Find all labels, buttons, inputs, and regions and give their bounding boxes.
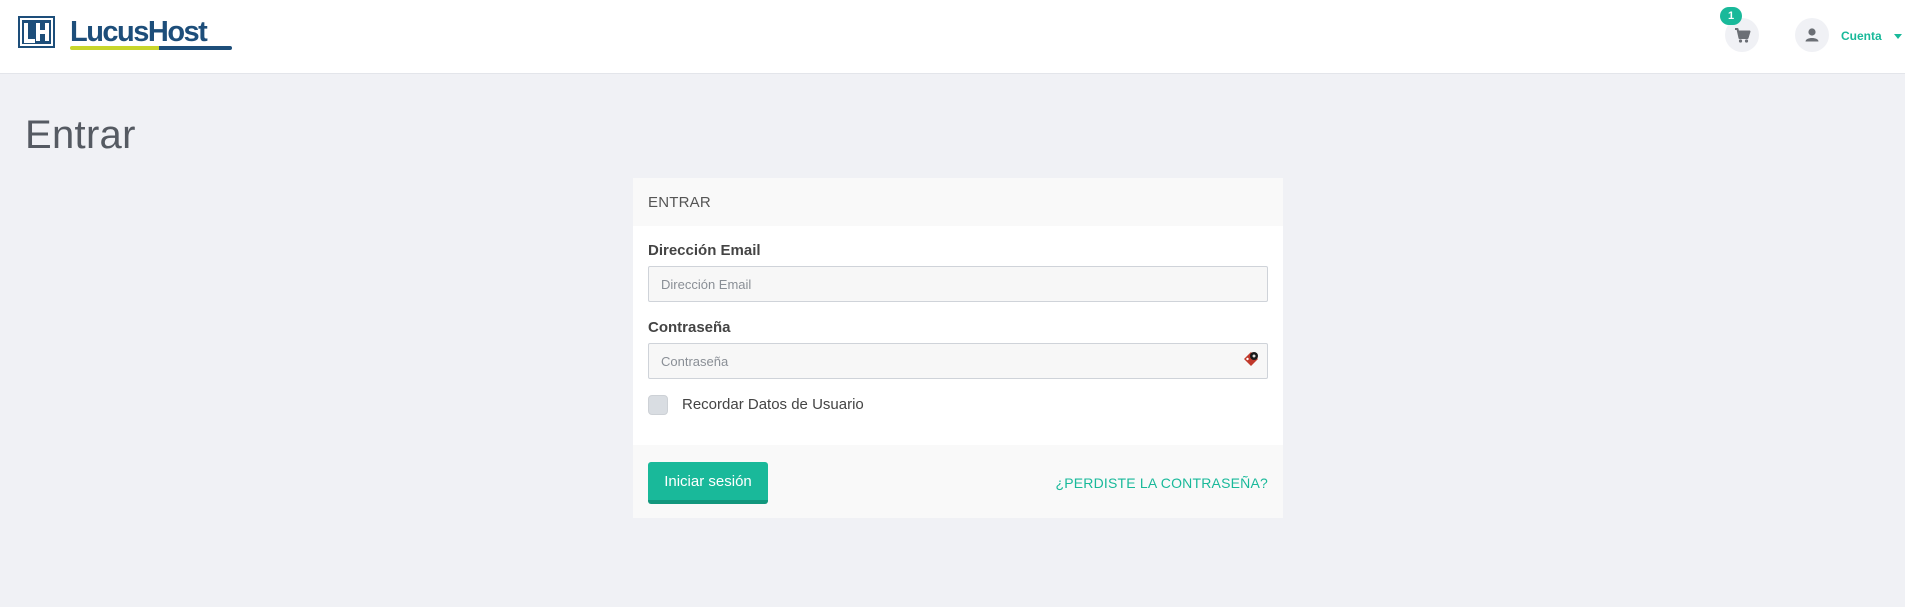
password-field[interactable] [648, 343, 1268, 379]
user-icon [1805, 28, 1819, 42]
lh-monogram-icon [18, 16, 55, 48]
card-header-title: ENTRAR [648, 194, 711, 211]
login-button[interactable]: Iniciar sesión [648, 462, 768, 504]
top-navbar: LucusHost 1 Cuenta [0, 0, 1905, 74]
card-header: ENTRAR [633, 178, 1283, 226]
forgot-password-link[interactable]: ¿PERDISTE LA CONTRASEÑA? [1055, 475, 1268, 491]
logo-swoosh [70, 46, 232, 50]
email-field[interactable] [648, 266, 1268, 302]
email-label: Dirección Email [648, 242, 761, 259]
card-footer: Iniciar sesión ¿PERDISTE LA CONTRASEÑA? [633, 445, 1283, 518]
avatar [1795, 18, 1829, 52]
remember-checkbox[interactable] [648, 395, 668, 415]
cart-count-badge: 1 [1720, 7, 1742, 25]
remember-label[interactable]: Recordar Datos de Usuario [682, 396, 864, 413]
page-title: Entrar [25, 113, 136, 157]
password-label: Contraseña [648, 319, 731, 336]
caret-down-icon [1894, 34, 1902, 39]
account-label: Cuenta [1841, 29, 1882, 43]
password-manager-icon[interactable] [1241, 349, 1261, 369]
login-card: ENTRAR Dirección Email Contraseña Record… [633, 178, 1283, 518]
brand-name: LucusHost [70, 16, 208, 48]
logo-mark [18, 16, 55, 48]
